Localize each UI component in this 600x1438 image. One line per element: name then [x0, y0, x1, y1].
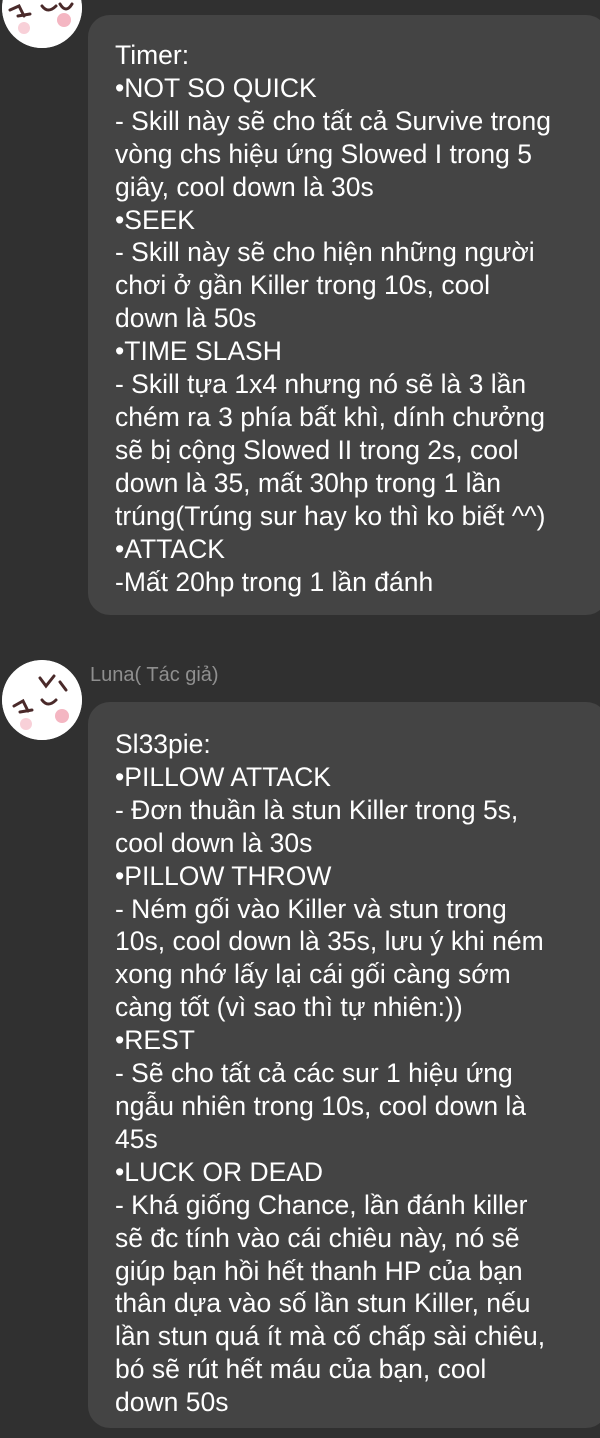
skill-heading: •TIME SLASH	[115, 336, 282, 367]
skill-description: - Sẽ cho tất cả các sur 1 hiệu ứng	[115, 1058, 513, 1089]
skill-heading: •NOT SO QUICK	[115, 72, 317, 103]
skill-heading: •ATTACK	[115, 533, 225, 564]
skill-heading: •REST	[115, 1025, 195, 1056]
skill-description: - Đơn thuần là stun Killer trong 5s,	[115, 794, 519, 825]
skill-description: lần stun quá ít mà cố chấp sài chiêu,	[115, 1321, 546, 1352]
skill-description: ngẫu nhiên trong 10s, cool down là	[115, 1090, 527, 1121]
avatar-face-icon	[2, 660, 82, 740]
skill-description: 10s, cool down là 35s, lưu ý khi ném	[115, 926, 544, 957]
message-title: Timer:	[115, 40, 190, 70]
skill-description: down 50s	[115, 1387, 229, 1418]
skill-description: giúp bạn hồi hết thanh HP của bạn	[115, 1255, 523, 1286]
skill-description: trúng(Trúng sur hay ko thì ko biết ^^)	[115, 500, 546, 531]
skill-description: - Khá giống Chance, lần đánh killer	[115, 1189, 528, 1220]
skill-heading: •LUCK OR DEAD	[115, 1156, 324, 1187]
skill-description: - Ném gối vào Killer và stun trong	[115, 893, 507, 924]
skill-description: 45s	[115, 1123, 158, 1154]
skill-heading: •SEEK	[115, 204, 195, 235]
skill-description: down là 35, mất 30hp trong 1 lần	[115, 467, 501, 498]
skill-description: - Skill này sẽ cho tất cả Survive trong	[115, 105, 551, 136]
message-bubble: Timer: •NOT SO QUICK - Skill này sẽ cho …	[88, 15, 600, 615]
skill-description: càng tốt (vì sao thì tự nhiên:))	[115, 992, 463, 1023]
skill-heading: •PILLOW ATTACK	[115, 761, 331, 792]
avatar-face-icon	[2, 0, 82, 48]
skill-description: - Skill tựa 1x4 nhưng nó sẽ là 3 lần	[115, 369, 527, 400]
skill-description: chơi ở gần Killer trong 10s, cool	[115, 270, 491, 301]
message-title: Sl33pie:	[115, 729, 211, 759]
skill-description: -Mất 20hp trong 1 lần đánh	[115, 566, 434, 597]
message-bubble: Sl33pie: •PILLOW ATTACK - Đơn thuần là s…	[88, 702, 600, 1428]
skill-description: vòng chs hiệu ứng Slowed I trong 5	[115, 138, 532, 169]
skill-description: sẽ đc tính vào cái chiêu này, nó sẽ	[115, 1222, 520, 1253]
skill-description: sẽ bị cộng Slowed II trong 2s, cool	[115, 434, 519, 465]
author-name[interactable]: Luna( Tác giả)	[90, 664, 219, 687]
skill-description: - Skill này sẽ cho hiện những người	[115, 237, 535, 268]
skill-description: giây, cool down là 30s	[115, 171, 374, 202]
skill-heading: •PILLOW THROW	[115, 860, 332, 891]
skill-description: thân dựa vào số lần stun Killer, nếu	[115, 1288, 531, 1319]
skill-description: down là 50s	[115, 303, 257, 334]
skill-description: cool down là 30s	[115, 827, 313, 858]
skill-description: chém ra 3 phía bất khì, dính chưởng	[115, 401, 545, 432]
avatar[interactable]	[2, 660, 82, 740]
skill-description: xong nhớ lấy lại cái gối càng sớm	[115, 959, 511, 990]
avatar[interactable]	[2, 0, 82, 48]
skill-description: bó sẽ rút hết máu của bạn, cool	[115, 1354, 487, 1385]
